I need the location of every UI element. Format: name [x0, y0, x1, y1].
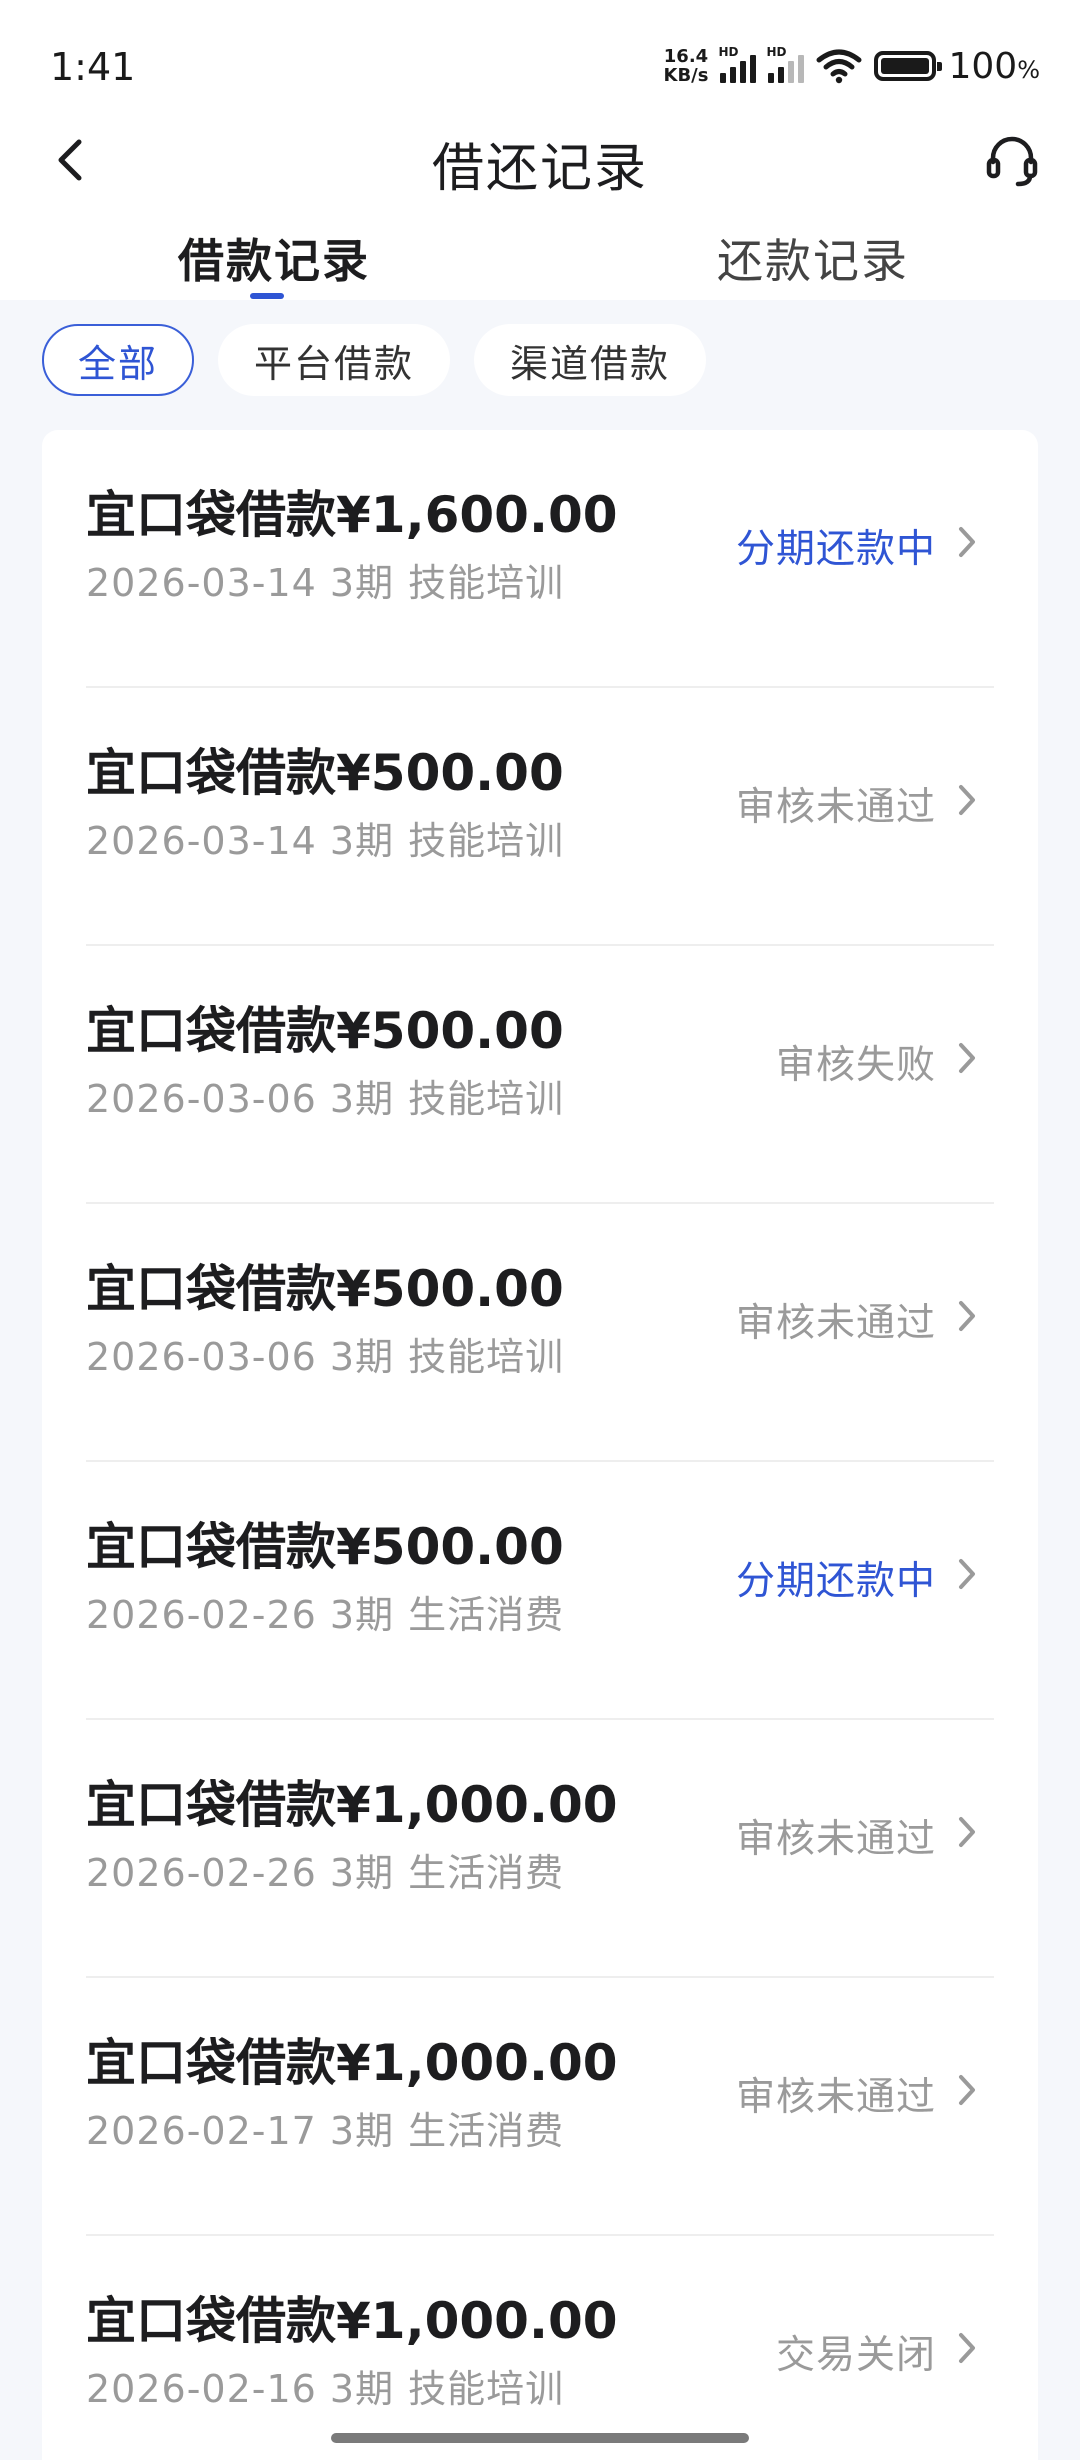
loan-meta: 2026-02-26 3期 生活消费: [86, 1842, 564, 1897]
chevron-right-icon: [950, 2070, 984, 2110]
status-bar: 1:41 16.4 KB/s HD HD 100%: [0, 0, 1080, 130]
loan-item[interactable]: 宜口袋借款¥500.00 2026-03-06 3期 技能培训 审核未通过: [86, 1204, 994, 1462]
loan-status: 审核失败: [775, 1043, 936, 1088]
signal-icon: HD: [718, 45, 757, 83]
chevron-right-icon: [950, 522, 984, 562]
loan-meta: 2026-03-06 3期 技能培训: [86, 1326, 564, 1381]
chevron-right-icon: [950, 1038, 984, 1078]
loan-status: 审核未通过: [735, 785, 936, 830]
loan-category: 技能培训: [408, 561, 565, 605]
loan-date-term: 2026-02-26 3期: [86, 1593, 395, 1637]
loan-item[interactable]: 宜口袋借款¥500.00 2026-03-06 3期 技能培训 审核失败: [86, 946, 994, 1204]
status-indicators: 16.4 KB/s HD HD 100%: [664, 44, 1041, 88]
customer-service-button[interactable]: [980, 128, 1044, 192]
filter-chips: 全部 平台借款 渠道借款: [42, 324, 707, 396]
loan-item[interactable]: 宜口袋借款¥1,000.00 2026-02-17 3期 生活消费 审核未通过: [86, 1978, 994, 2236]
loan-item[interactable]: 宜口袋借款¥500.00 2026-02-26 3期 生活消费 分期还款中: [86, 1462, 994, 1720]
filter-platform-loans[interactable]: 平台借款: [218, 324, 451, 396]
loan-date-term: 2026-03-14 3期: [86, 819, 395, 863]
network-speed-unit: KB/s: [663, 65, 709, 86]
loan-title: 宜口袋借款¥500.00: [86, 1002, 564, 1060]
header: 借还记录: [0, 120, 1080, 200]
loan-title: 宜口袋借款¥500.00: [86, 1518, 564, 1576]
tab-borrow-records[interactable]: 借款记录: [178, 225, 370, 291]
loan-status: 审核未通过: [735, 1301, 936, 1346]
headset-icon: [986, 136, 1038, 187]
loan-status: 交易关闭: [775, 2333, 936, 2378]
loan-date-term: 2026-02-16 3期: [86, 2367, 395, 2411]
chevron-right-icon: [950, 1554, 984, 1594]
tab-repay-records[interactable]: 还款记录: [717, 225, 909, 291]
loan-list: 宜口袋借款¥1,600.00 2026-03-14 3期 技能培训 分期还款中 宜…: [42, 430, 1038, 2460]
loan-category: 生活消费: [408, 1593, 565, 1637]
content-area: 全部 平台借款 渠道借款 宜口袋借款¥1,600.00 2026-03-14 3…: [0, 300, 1080, 2460]
loan-category: 生活消费: [408, 1851, 565, 1895]
loan-title: 宜口袋借款¥500.00: [86, 1260, 564, 1318]
loan-category: 技能培训: [408, 2367, 565, 2411]
loan-category: 生活消费: [408, 2109, 565, 2153]
loan-status: 分期还款中: [735, 527, 936, 572]
loan-status: 分期还款中: [735, 1559, 936, 1604]
active-tab-indicator: [250, 293, 284, 299]
wifi-icon: [816, 49, 862, 84]
loan-item[interactable]: 宜口袋借款¥1,600.00 2026-03-14 3期 技能培训 分期还款中: [86, 430, 994, 688]
loan-date-term: 2026-03-14 3期: [86, 561, 395, 605]
loan-meta: 2026-02-16 3期 技能培训: [86, 2358, 564, 2413]
loan-date-term: 2026-02-26 3期: [86, 1851, 395, 1895]
loan-meta: 2026-03-14 3期 技能培训: [86, 552, 564, 607]
loan-status: 审核未通过: [735, 1817, 936, 1862]
loan-meta: 2026-02-26 3期 生活消费: [86, 1584, 564, 1639]
loan-category: 技能培训: [408, 819, 565, 863]
loan-meta: 2026-02-17 3期 生活消费: [86, 2100, 564, 2155]
loan-item[interactable]: 宜口袋借款¥500.00 2026-03-14 3期 技能培训 审核未通过: [86, 688, 994, 946]
signal-badge: HD: [718, 45, 739, 59]
chevron-right-icon: [950, 780, 984, 820]
loan-category: 技能培训: [408, 1077, 565, 1121]
filter-all[interactable]: 全部: [42, 324, 195, 396]
loan-title: 宜口袋借款¥1,600.00: [86, 486, 618, 544]
status-time: 1:41: [50, 45, 136, 89]
loan-date-term: 2026-02-17 3期: [86, 2109, 395, 2153]
loan-category: 技能培训: [408, 1335, 565, 1379]
home-indicator[interactable]: [331, 2433, 749, 2443]
loan-date-term: 2026-03-06 3期: [86, 1335, 395, 1379]
network-speed: 16.4 KB/s: [664, 47, 709, 85]
loan-date-term: 2026-03-06 3期: [86, 1077, 395, 1121]
loan-item[interactable]: 宜口袋借款¥1,000.00 2026-02-16 3期 技能培训 交易关闭: [86, 2236, 994, 2460]
loan-records-screen: 1:41 16.4 KB/s HD HD 100% 借还记录 借款记录 还款记录…: [0, 0, 1080, 2460]
loan-title: 宜口袋借款¥500.00: [86, 744, 564, 802]
chevron-right-icon: [950, 1812, 984, 1852]
page-title: 借还记录: [431, 139, 648, 199]
loan-meta: 2026-03-06 3期 技能培训: [86, 1068, 564, 1123]
signal-badge: HD: [766, 45, 787, 59]
loan-item[interactable]: 宜口袋借款¥1,000.00 2026-02-26 3期 生活消费 审核未通过: [86, 1720, 994, 1978]
network-speed-value: 16.4: [663, 46, 709, 67]
loan-status: 审核未通过: [735, 2075, 936, 2120]
chevron-right-icon: [950, 2328, 984, 2368]
loan-title: 宜口袋借款¥1,000.00: [86, 2034, 618, 2092]
chevron-right-icon: [950, 1296, 984, 1336]
record-tabs: 借款记录 还款记录: [0, 225, 1080, 300]
filter-channel-loans[interactable]: 渠道借款: [474, 324, 707, 396]
signal-icon: HD: [766, 45, 805, 83]
loan-title: 宜口袋借款¥1,000.00: [86, 2292, 618, 2350]
battery-percent: 100%: [948, 45, 1040, 87]
loan-meta: 2026-03-14 3期 技能培训: [86, 810, 564, 865]
loan-title: 宜口袋借款¥1,000.00: [86, 1776, 618, 1834]
battery-icon: [874, 51, 943, 81]
